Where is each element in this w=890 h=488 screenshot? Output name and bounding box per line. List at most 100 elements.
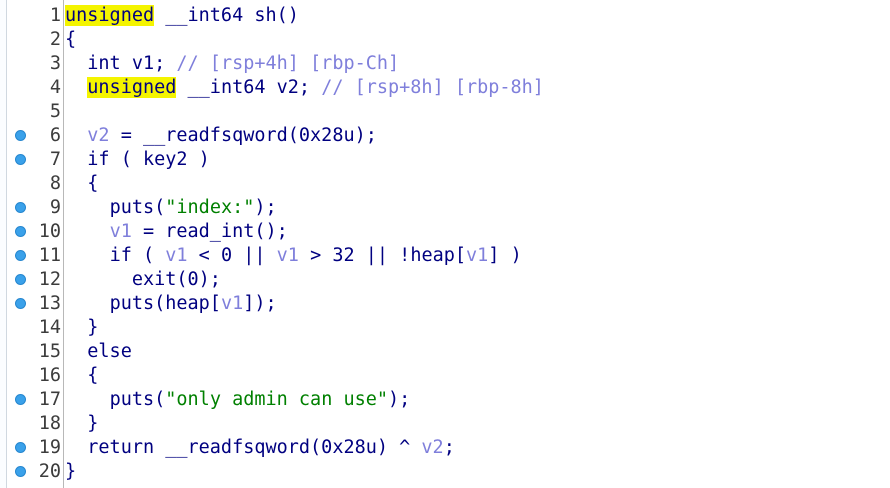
- code-line[interactable]: 16 {: [0, 364, 890, 388]
- breakpoint-dot-icon[interactable]: [15, 394, 26, 405]
- code-line[interactable]: 13 puts(heap[v1]);: [0, 292, 890, 316]
- line-number: 12: [38, 269, 61, 290]
- line-number: 10: [38, 221, 61, 242]
- code-line[interactable]: 1 unsigned __int64 sh(): [0, 4, 890, 28]
- line-number: 6: [49, 125, 61, 146]
- code-line[interactable]: 12 exit(0);: [0, 268, 890, 292]
- pseudocode-editor[interactable]: 1 unsigned __int64 sh() 2{3 int v1; // [rs…: [0, 0, 890, 488]
- code-token: puts(: [109, 197, 166, 218]
- code-token: ] ): [488, 245, 522, 266]
- code-token: ;: [443, 437, 455, 458]
- code-text[interactable]: v2 = __readfsqword(0x28u);: [65, 124, 377, 148]
- code-line[interactable]: 11 if ( v1 < 0 || v1 > 32 || !heap[v1] ): [0, 244, 890, 268]
- code-line[interactable]: 3 int v1; // [rsp+4h] [rbp-Ch]: [0, 52, 890, 76]
- code-text[interactable]: unsigned __int64 v2; // [rsp+8h] [rbp-8h…: [65, 76, 544, 100]
- line-number: 18: [38, 413, 61, 434]
- breakpoint-dot-icon[interactable]: [15, 250, 26, 261]
- code-text[interactable]: v1 = read_int();: [65, 220, 288, 244]
- code-token: = read_int();: [131, 221, 288, 242]
- code-text[interactable]: exit(0);: [65, 268, 221, 292]
- breakpoint-dot-icon[interactable]: [15, 226, 26, 237]
- code-line[interactable]: 14 }: [0, 316, 890, 340]
- line-number: 2: [49, 29, 61, 50]
- line-number: 19: [38, 437, 61, 458]
- breakpoint-dot-icon[interactable]: [15, 202, 26, 213]
- code-text[interactable]: }: [65, 460, 76, 484]
- code-line[interactable]: 19 return __readfsqword(0x28u) ^ v2;: [0, 436, 890, 460]
- line-number: 3: [49, 53, 61, 74]
- line-number: 17: [38, 389, 61, 410]
- code-text[interactable]: {: [65, 28, 76, 52]
- code-token: if (: [109, 245, 166, 266]
- code-token: {: [87, 173, 99, 194]
- code-text[interactable]: puts("index:");: [65, 196, 277, 220]
- code-line[interactable]: 4 unsigned __int64 v2; // [rsp+8h] [rbp-…: [0, 76, 890, 100]
- code-line[interactable]: 9 puts("index:");: [0, 196, 890, 220]
- code-token: = __readfsqword(0x28u);: [109, 125, 377, 146]
- code-text[interactable]: }: [65, 412, 98, 436]
- code-token: exit(0);: [131, 269, 221, 290]
- code-token: > 32 || !heap[: [298, 245, 467, 266]
- code-token: if ( key2 ): [87, 149, 210, 170]
- code-line[interactable]: 2{: [0, 28, 890, 52]
- highlighted-keyword: unsigned: [65, 5, 155, 26]
- code-comment: // [rsp+4h] [rbp-Ch]: [176, 53, 400, 74]
- local-variable: v1: [466, 245, 489, 266]
- code-text[interactable]: if ( v1 < 0 || v1 > 32 || !heap[v1] ): [65, 244, 522, 268]
- code-line[interactable]: 8 {: [0, 172, 890, 196]
- code-text[interactable]: else: [65, 340, 132, 364]
- breakpoint-dot-icon[interactable]: [15, 442, 26, 453]
- breakpoint-dot-icon[interactable]: [15, 298, 26, 309]
- code-text[interactable]: int v1; // [rsp+4h] [rbp-Ch]: [65, 52, 399, 76]
- breakpoint-dot-icon[interactable]: [15, 274, 26, 285]
- local-variable: v1: [220, 293, 244, 314]
- code-token: }: [87, 317, 99, 338]
- code-line[interactable]: 7 if ( key2 ): [0, 148, 890, 172]
- local-variable: v1: [109, 221, 132, 242]
- string-literal: "only admin can use": [165, 389, 389, 410]
- line-number: 9: [49, 197, 61, 218]
- local-variable: v1: [165, 245, 188, 266]
- code-text[interactable]: if ( key2 ): [65, 148, 210, 172]
- code-text[interactable]: unsigned __int64 sh(): [65, 4, 299, 28]
- code-token: {: [65, 29, 77, 50]
- code-text[interactable]: {: [65, 172, 98, 196]
- code-line[interactable]: 6 v2 = __readfsqword(0x28u);: [0, 124, 890, 148]
- code-token: puts(heap[: [109, 293, 221, 314]
- code-text[interactable]: return __readfsqword(0x28u) ^ v2;: [65, 436, 455, 460]
- code-line[interactable]: 18 }: [0, 412, 890, 436]
- code-line[interactable]: 5: [0, 100, 890, 124]
- code-token: {: [87, 365, 99, 386]
- code-token: __int64 sh(): [154, 5, 299, 26]
- code-line[interactable]: 10 v1 = read_int();: [0, 220, 890, 244]
- line-number: 20: [38, 461, 61, 482]
- code-line[interactable]: 17 puts("only admin can use");: [0, 388, 890, 412]
- local-variable: v1: [276, 245, 299, 266]
- code-token: return __readfsqword(0x28u) ^: [87, 437, 422, 458]
- code-text[interactable]: }: [65, 316, 98, 340]
- breakpoint-dot-icon[interactable]: [15, 130, 26, 141]
- line-number: 16: [38, 365, 61, 386]
- code-text[interactable]: {: [65, 364, 98, 388]
- line-number: 14: [38, 317, 61, 338]
- code-text[interactable]: puts(heap[v1]);: [65, 292, 277, 316]
- code-line[interactable]: 20}: [0, 460, 890, 484]
- breakpoint-dot-icon[interactable]: [15, 154, 26, 165]
- line-number: 5: [49, 101, 61, 122]
- breakpoint-dot-icon[interactable]: [15, 466, 26, 477]
- line-number: 13: [38, 293, 61, 314]
- code-token: < 0 ||: [187, 245, 277, 266]
- code-token: }: [65, 461, 77, 482]
- code-text[interactable]: puts("only admin can use");: [65, 388, 411, 412]
- code-line[interactable]: 15 else: [0, 340, 890, 364]
